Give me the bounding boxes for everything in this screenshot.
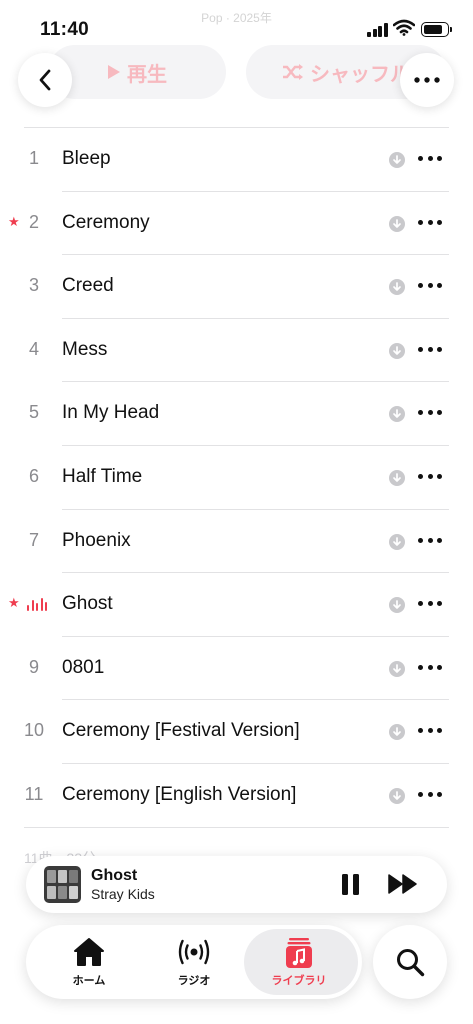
track-more-button[interactable]	[418, 219, 444, 227]
track-row[interactable]: ★ 2 Ceremony	[0, 192, 473, 256]
track-row[interactable]: 5 In My Head	[0, 382, 473, 446]
tab-bar: ホーム ラジオ ライブラリ	[26, 925, 362, 999]
track-number: 4	[28, 338, 39, 359]
track-list: 1 Bleep ★ 2 Ceremony 3 Creed 4 Mess 5 In My Head 6 H…	[0, 128, 473, 828]
tab-home-label: ホーム	[72, 975, 106, 987]
track-number: 9	[28, 656, 39, 677]
shuffle-icon	[283, 64, 303, 80]
track-number: 11	[24, 783, 44, 804]
track-more-button[interactable]	[418, 409, 444, 417]
library-music-icon	[286, 938, 312, 968]
track-title: Ceremony	[62, 211, 150, 233]
track-title: Creed	[62, 275, 114, 297]
track-number: 5	[28, 402, 39, 423]
fast-forward-icon[interactable]	[388, 874, 418, 894]
downloaded-icon	[389, 533, 405, 550]
track-title: Half Time	[62, 465, 143, 487]
track-row[interactable]: 1 Bleep	[0, 128, 473, 192]
battery-icon	[421, 22, 452, 37]
track-title: Phoenix	[62, 529, 131, 551]
search-button[interactable]	[373, 925, 447, 999]
album-artwork[interactable]	[44, 866, 81, 903]
track-title: Ceremony [Festival Version]	[62, 720, 300, 742]
now-playing-title: Ghost	[91, 867, 138, 884]
track-row[interactable]: 3 Creed	[0, 255, 473, 319]
mini-player[interactable]: Ghost Stray Kids	[26, 856, 447, 913]
track-row[interactable]: 11 Ceremony [English Version]	[0, 764, 473, 828]
track-more-button[interactable]	[418, 155, 444, 163]
house-icon	[74, 938, 104, 966]
track-row[interactable]: ★ Ghost	[0, 573, 473, 637]
search-icon	[397, 949, 425, 977]
track-title: In My Head	[62, 402, 160, 424]
wifi-icon	[393, 19, 415, 36]
tab-radio[interactable]: ラジオ	[139, 925, 249, 999]
ellipsis-icon	[414, 77, 440, 83]
downloaded-icon	[389, 469, 405, 486]
favorite-star-icon: ★	[8, 595, 20, 611]
chevron-left-icon	[39, 69, 51, 91]
downloaded-icon	[389, 406, 405, 423]
track-number: 3	[28, 275, 39, 296]
pause-button[interactable]	[342, 874, 360, 895]
play-button[interactable]: 再生	[48, 45, 226, 99]
track-row[interactable]: 10 Ceremony [Festival Version]	[0, 700, 473, 764]
track-row[interactable]: 4 Mess	[0, 319, 473, 383]
downloaded-icon	[389, 660, 405, 677]
track-number: 2	[28, 211, 39, 232]
track-more-button[interactable]	[418, 282, 444, 290]
downloaded-icon	[389, 724, 405, 741]
tab-library-label: ライブラリ	[271, 975, 327, 987]
track-more-button[interactable]	[418, 791, 444, 799]
track-title: Ghost	[62, 593, 113, 615]
status-time: 11:40	[40, 19, 90, 40]
track-title: Bleep	[62, 148, 111, 169]
play-icon	[108, 65, 120, 79]
track-number: 7	[28, 529, 39, 550]
track-row[interactable]: 7 Phoenix	[0, 510, 473, 574]
downloaded-icon	[389, 152, 405, 168]
more-options-button[interactable]	[400, 53, 454, 107]
divider	[24, 826, 449, 828]
track-title: 0801	[62, 656, 105, 678]
track-row[interactable]: 9 0801	[0, 637, 473, 701]
track-more-button[interactable]	[418, 727, 444, 735]
cellular-signal-icon	[367, 23, 389, 37]
track-more-button[interactable]	[418, 346, 444, 354]
now-playing-bars-icon	[27, 598, 49, 612]
track-title: Mess	[62, 338, 108, 360]
track-title: Ceremony [English Version]	[62, 783, 297, 805]
tab-radio-label: ラジオ	[177, 975, 211, 987]
play-label: 再生	[127, 63, 167, 86]
track-number: 1	[28, 148, 39, 168]
track-row[interactable]: 6 Half Time	[0, 446, 473, 510]
shuffle-label: シャッフル	[310, 63, 410, 86]
tab-home[interactable]: ホーム	[34, 925, 144, 999]
track-more-button[interactable]	[418, 664, 444, 672]
downloaded-icon	[389, 279, 405, 296]
downloaded-icon	[389, 597, 405, 614]
track-more-button[interactable]	[418, 537, 444, 545]
track-number: 6	[28, 465, 39, 486]
pause-icon	[342, 874, 348, 895]
track-more-button[interactable]	[418, 600, 444, 608]
track-number: 10	[23, 720, 45, 741]
downloaded-icon	[389, 342, 405, 359]
downloaded-icon	[389, 787, 405, 804]
track-more-button[interactable]	[418, 473, 444, 481]
back-button[interactable]	[18, 53, 72, 107]
tab-library[interactable]: ライブラリ	[244, 925, 358, 999]
now-playing-artist: Stray Kids	[91, 886, 155, 902]
radio-broadcast-icon	[178, 939, 210, 965]
downloaded-icon	[389, 215, 405, 232]
